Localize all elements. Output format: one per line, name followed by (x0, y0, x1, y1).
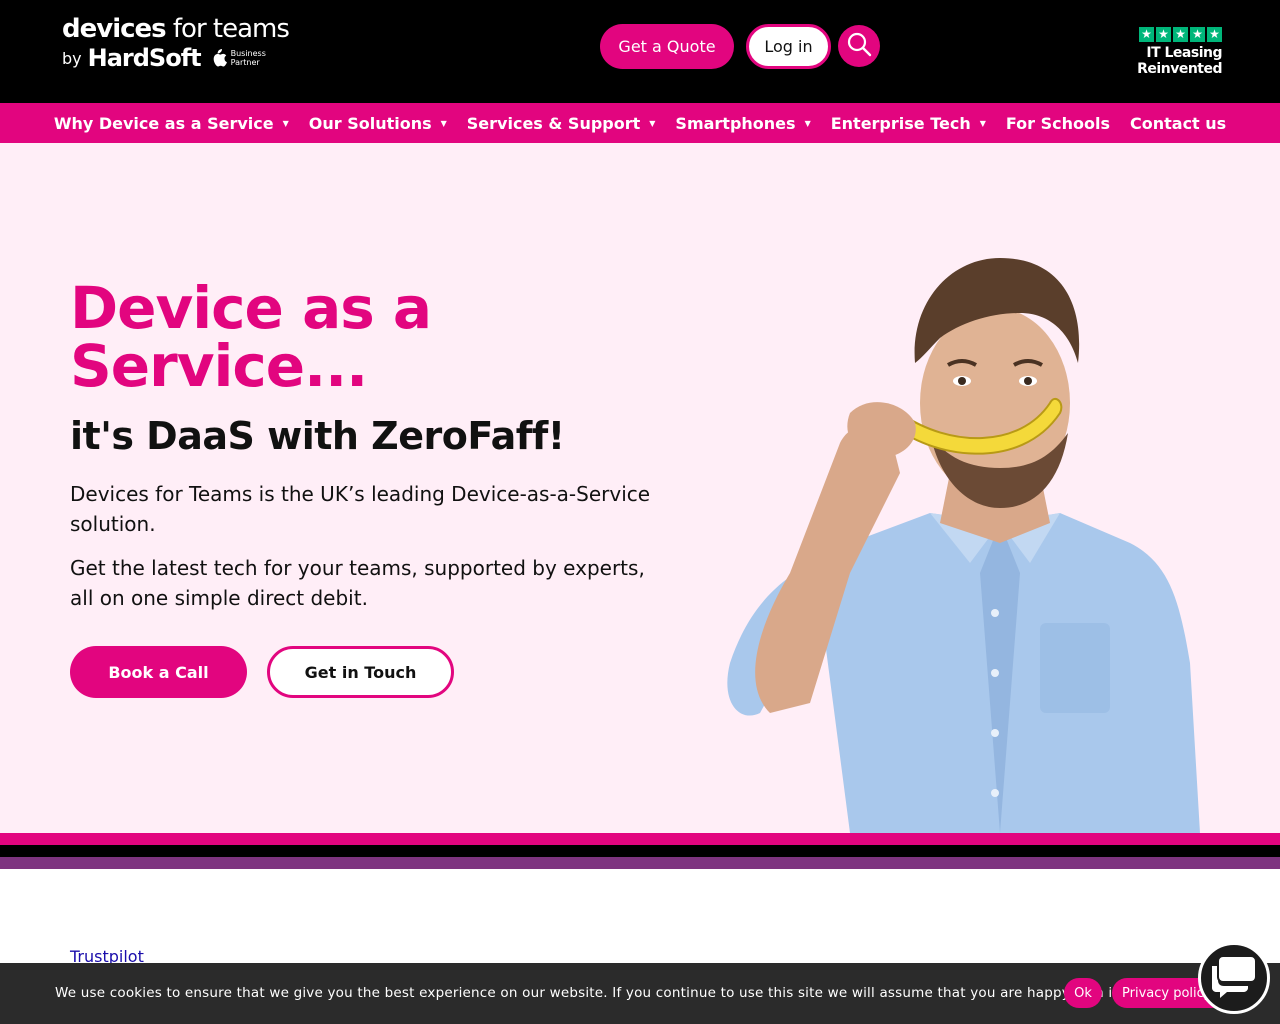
apple-business-partner-badge: Business Partner (211, 49, 266, 67)
apple-badge-line2: Partner (230, 58, 260, 67)
caret-down-icon: ▼ (282, 118, 289, 128)
star-icon: ★ (1139, 27, 1154, 42)
nav-item-label: For Schools (1005, 113, 1110, 133)
star-icon: ★ (1156, 27, 1171, 42)
main-nav: Why Device as a Service ▼ Our Solutions ▼ … (0, 103, 1280, 143)
site-header: devices for teams by HardSoft Business P… (0, 0, 1280, 103)
cookie-ok-button[interactable]: Ok (1064, 978, 1102, 1008)
hero-title: Device as a Service... (70, 274, 432, 400)
nav-item-for-schools[interactable]: For Schools (1006, 114, 1110, 133)
nav-item-why-daas[interactable]: Why Device as a Service ▼ (54, 114, 289, 133)
nav-item-services-support[interactable]: Services & Support ▼ (467, 114, 656, 133)
divider-stripe-pink (0, 833, 1280, 845)
nav-item-smartphones[interactable]: Smartphones ▼ (675, 114, 810, 133)
logo-brand: HardSoft (87, 44, 202, 72)
star-icon: ★ (1190, 27, 1205, 42)
apple-badge-line1: Business (230, 49, 266, 58)
get-a-quote-button[interactable]: Get a Quote (600, 24, 734, 69)
hero-image-man-with-banana (700, 243, 1220, 833)
divider-stripe-purple (0, 857, 1280, 869)
nav-item-label: Smartphones (675, 113, 796, 133)
hero-subtitle: it's DaaS with ZeroFaff! (70, 414, 565, 458)
hero-paragraph-2: Get the latest tech for your teams, supp… (70, 556, 645, 610)
logo-by: by (62, 48, 82, 68)
chat-widget-button[interactable] (1198, 942, 1270, 1014)
star-icon: ★ (1207, 27, 1222, 42)
book-a-call-button[interactable]: Book a Call (70, 646, 247, 698)
nav-item-label: Why Device as a Service (53, 113, 274, 133)
cookie-banner: We use cookies to ensure that we give yo… (0, 963, 1280, 1024)
apple-icon (211, 49, 227, 67)
search-icon (846, 31, 872, 61)
trustpilot-badge[interactable]: ★ ★ ★ ★ ★ IT Leasing Reinvented (1060, 27, 1223, 77)
log-in-button[interactable]: Log in (746, 24, 831, 69)
nav-item-enterprise-tech[interactable]: Enterprise Tech ▼ (831, 114, 986, 133)
nav-item-our-solutions[interactable]: Our Solutions ▼ (309, 114, 447, 133)
caret-down-icon: ▼ (649, 118, 656, 128)
divider-stripe-black (0, 845, 1280, 857)
cookie-text: We use cookies to ensure that we give yo… (55, 985, 1123, 1001)
caret-down-icon: ▼ (979, 118, 986, 128)
hero-paragraph-1: Devices for Teams is the UK’s leading De… (70, 482, 651, 536)
star-icon: ★ (1173, 27, 1188, 42)
nav-item-label: Services & Support (466, 113, 641, 133)
caret-down-icon: ▼ (804, 118, 811, 128)
site-logo[interactable]: devices for teams by HardSoft Business P… (62, 14, 290, 72)
search-button[interactable] (838, 25, 880, 67)
get-in-touch-button[interactable]: Get in Touch (267, 646, 454, 698)
chat-icon (1210, 954, 1258, 1002)
nav-item-label: Contact us (1130, 113, 1227, 133)
trustpilot-tagline: IT Leasing Reinvented (1137, 45, 1222, 77)
nav-item-label: Enterprise Tech (830, 113, 971, 133)
caret-down-icon: ▼ (440, 118, 447, 128)
nav-item-contact-us[interactable]: Contact us (1130, 114, 1226, 133)
trustpilot-stars: ★ ★ ★ ★ ★ (1060, 27, 1222, 42)
nav-item-label: Our Solutions (308, 113, 432, 133)
logo-wordmark: devices for teams (62, 14, 290, 44)
hero-section: Device as a Service... it's DaaS with Ze… (0, 143, 1280, 833)
